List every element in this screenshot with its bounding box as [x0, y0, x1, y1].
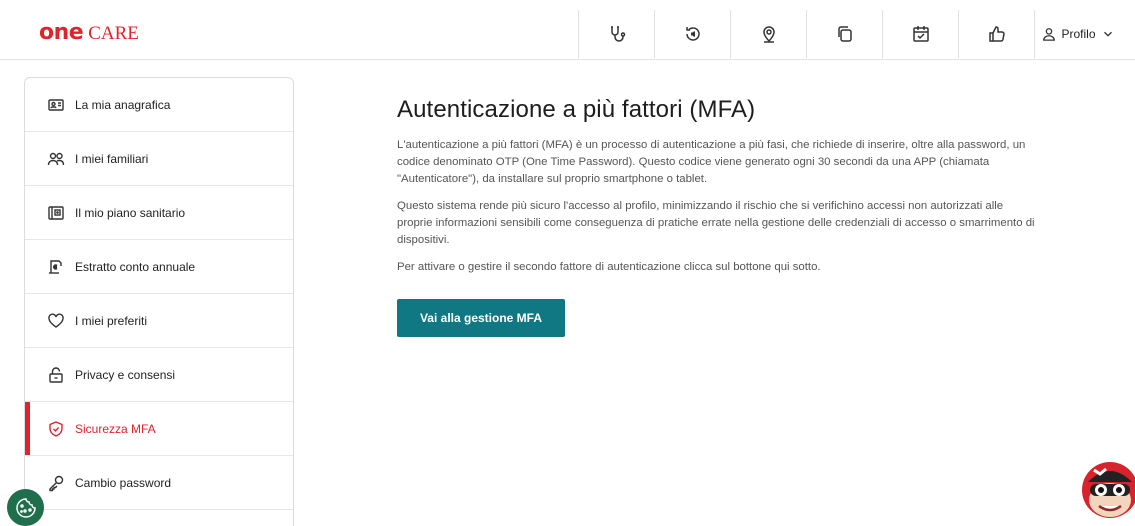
stethoscope-icon [610, 26, 625, 42]
documents-icon [837, 26, 852, 42]
sidebar-item-label: I miei preferiti [75, 313, 148, 328]
brand-logo[interactable]: one CARE [39, 20, 139, 45]
sidebar-item-piano-sanitario[interactable]: Il mio piano sanitario [25, 186, 293, 240]
sidebar-item-cambio-password[interactable]: Cambio password [25, 456, 293, 510]
heart-icon [47, 312, 65, 330]
sidebar-item-anagrafica[interactable]: La mia anagrafica [25, 78, 293, 132]
shield-icon [47, 420, 65, 438]
sidebar-item-sicurezza-mfa[interactable]: Sicurezza MFA [25, 402, 293, 456]
sidebar-item-label: I miei familiari [75, 151, 149, 166]
key-icon [47, 474, 65, 492]
page-title: Autenticazione a più fattori (MFA) [397, 96, 756, 123]
sidebar-item-familiari[interactable]: I miei familiari [25, 132, 293, 186]
nav-stethoscope-button[interactable] [578, 10, 654, 58]
profile-menu-button[interactable]: Profilo [1034, 10, 1122, 58]
mascot-assistant-icon[interactable] [1080, 452, 1135, 526]
euro-refund-icon [685, 27, 700, 41]
top-header: one CARE Profilo [0, 0, 1135, 60]
statement-icon [47, 258, 65, 276]
sidebar-item-label: Il mio piano sanitario [75, 205, 186, 220]
sidebar-item-privacy[interactable]: Privacy e consensi [25, 348, 293, 402]
user-icon [1043, 28, 1056, 41]
sidebar-item-label: Cambio password [75, 475, 172, 490]
header-nav: Profilo [578, 10, 1122, 58]
nav-feedback-button[interactable] [958, 10, 1034, 58]
brand-logo-care: CARE [88, 23, 139, 44]
chevron-down-icon [1103, 31, 1112, 37]
account-sidebar: La mia anagrafica I miei familiari Il mi… [24, 77, 294, 526]
cookie-icon [15, 497, 36, 518]
location-pin-icon [762, 26, 775, 43]
mfa-content: Autenticazione a più fattori (MFA) L'aut… [397, 96, 1037, 337]
health-plan-icon [47, 204, 65, 222]
users-icon [47, 150, 65, 168]
id-card-icon [47, 96, 65, 114]
nav-calendar-button[interactable] [882, 10, 958, 58]
sidebar-item-label: Privacy e consensi [75, 367, 176, 382]
sidebar-item-label: Sicurezza MFA [75, 421, 156, 436]
mfa-description-2: Questo sistema rende più sicuro l'access… [397, 200, 1035, 246]
brand-logo-one: one [39, 20, 84, 45]
mfa-description-1: L'autenticazione a più fattori (MFA) è u… [397, 139, 1026, 185]
nav-refund-button[interactable] [654, 10, 730, 58]
thumbs-up-icon [988, 26, 1005, 42]
lock-icon [47, 366, 65, 384]
manage-mfa-button[interactable]: Vai alla gestione MFA [397, 299, 565, 337]
sidebar-item-estratto-conto[interactable]: Estratto conto annuale [25, 240, 293, 294]
nav-documents-button[interactable] [806, 10, 882, 58]
profile-label: Profilo [1061, 27, 1096, 41]
sidebar-item-preferiti[interactable]: I miei preferiti [25, 294, 293, 348]
calendar-check-icon [912, 26, 929, 42]
cookie-settings-button[interactable] [7, 489, 44, 526]
mfa-description-3: Per attivare o gestire il secondo fattor… [397, 261, 821, 273]
sidebar-item-label: La mia anagrafica [75, 97, 171, 112]
sidebar-item-label: Estratto conto annuale [75, 259, 196, 274]
nav-location-button[interactable] [730, 10, 806, 58]
